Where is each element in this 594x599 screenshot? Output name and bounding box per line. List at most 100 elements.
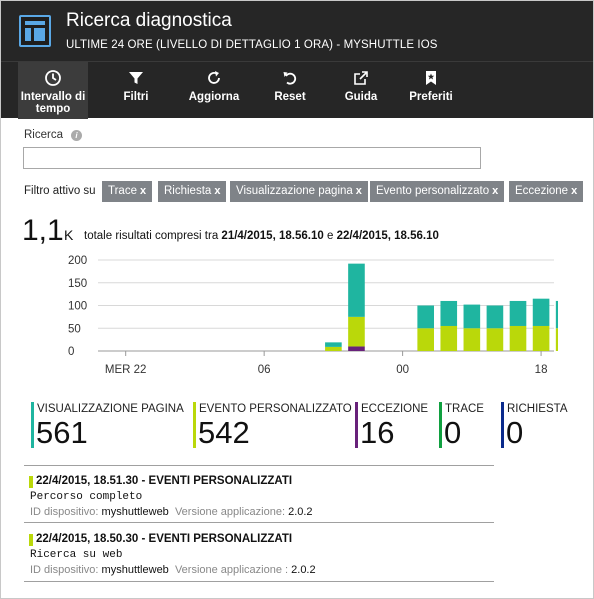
remove-filter-icon[interactable]: x — [140, 185, 146, 197]
remove-filter-icon[interactable]: x — [571, 185, 577, 197]
bar-segment-visualizzazione-pagina — [348, 263, 365, 317]
y-tick-label: 150 — [68, 278, 87, 290]
command-bar: Intervallo di tempo Filtri Aggiorna Rese… — [1, 61, 593, 119]
filter-chip-evento-personalizzato[interactable]: Evento personalizzato x — [370, 181, 505, 202]
bar-segment-visualizzazione-pagina — [325, 342, 342, 347]
stat-value: 0 — [506, 415, 524, 450]
bar-segment-visualizzazione-pagina — [555, 300, 558, 329]
list-divider — [24, 465, 494, 466]
y-tick-label: 100 — [68, 301, 87, 313]
range-end: 22/4/2015, 18.56.10 — [336, 230, 439, 242]
refresh-label: Aggiorna — [188, 91, 240, 103]
search-label: Ricerca — [24, 129, 63, 141]
refresh-button[interactable]: Aggiorna — [183, 62, 245, 119]
filter-chip-label: Richiesta — [164, 185, 212, 197]
time-range-button[interactable]: Intervallo di tempo — [18, 62, 88, 119]
y-tick-label: 50 — [68, 323, 81, 335]
x-tick-label: 06 — [258, 364, 271, 376]
filter-chip-label: Eccezione — [515, 185, 569, 197]
device-id-value: myshuttleweb — [101, 564, 169, 576]
filters-button[interactable]: Filtri — [111, 62, 161, 119]
results-histogram-chart[interactable]: 200 150 100 50 0 MER 22 06 00 18 — [18, 250, 558, 382]
event-type-color-bar — [29, 534, 33, 546]
undo-icon — [267, 69, 313, 87]
caption-prefix: totale risultati compresi tra — [84, 230, 219, 242]
favorites-label: Preferiti — [409, 91, 453, 103]
stat-label: ECCEZIONE — [361, 403, 429, 415]
device-id-value: myshuttleweb — [101, 506, 169, 518]
stat-visualizzazione-pagina[interactable]: VISUALIZZAZIONE PAGINA 561 — [31, 402, 189, 450]
active-filter-label: Filtro attivo su — [24, 185, 96, 197]
help-label: Guida — [344, 91, 378, 103]
reset-button[interactable]: Reset — [267, 62, 313, 119]
stat-value: 561 — [36, 415, 88, 450]
stat-color-bar — [501, 402, 504, 448]
bar-segment-evento-personalizzato — [463, 328, 481, 351]
bar-segment-visualizzazione-pagina — [486, 305, 504, 329]
refresh-icon — [183, 69, 245, 87]
filter-chip-trace[interactable]: Trace x — [102, 181, 153, 202]
device-id-label: ID dispositivo: — [30, 564, 99, 576]
list-divider — [24, 581, 494, 582]
remove-filter-icon[interactable]: x — [492, 185, 498, 197]
stat-label: VISUALIZZAZIONE PAGINA — [37, 403, 184, 415]
app-version-value: 2.0.2 — [288, 506, 313, 518]
y-tick-label: 0 — [68, 346, 74, 358]
x-tick-label: 18 — [535, 364, 548, 376]
bar-segment-evento-personalizzato — [325, 346, 342, 351]
stat-label: TRACE — [445, 403, 484, 415]
filter-chip-richiesta[interactable]: Richiesta x — [158, 181, 227, 202]
stat-richiesta[interactable]: RICHIESTA 0 — [501, 402, 581, 450]
bar-segment-evento-personalizzato — [440, 325, 458, 351]
help-button[interactable]: Guida — [338, 62, 384, 119]
remove-filter-icon[interactable]: x — [356, 185, 362, 197]
stat-value: 16 — [360, 415, 395, 450]
bookmark-star-icon — [405, 69, 457, 87]
stat-label: EVENTO PERSONALIZZATO — [199, 403, 352, 415]
clock-icon — [18, 69, 88, 87]
total-results-value: 1,1 — [22, 214, 64, 247]
bar-segment-visualizzazione-pagina — [440, 300, 458, 326]
bar-segment-evento-personalizzato — [509, 325, 527, 351]
stat-evento-personalizzato[interactable]: EVENTO PERSONALIZZATO 542 — [193, 402, 352, 450]
filter-icon — [111, 69, 161, 87]
filter-chip-visualizzazione-pagina[interactable]: Visualizzazione pagina x — [230, 181, 368, 202]
stat-value: 542 — [198, 415, 250, 450]
bar-segment-evento-personalizzato — [348, 316, 365, 347]
app-version-value: 2.0.2 — [291, 564, 316, 576]
filter-chip-eccezione[interactable]: Eccezione x — [509, 181, 584, 202]
bar-segment-visualizzazione-pagina — [509, 300, 527, 326]
bar-segment-evento-personalizzato — [532, 325, 550, 351]
x-tick-label: MER 22 — [105, 364, 147, 376]
bar-segment-visualizzazione-pagina — [463, 304, 481, 329]
search-input[interactable] — [23, 147, 481, 169]
event-name: Percorso completo — [30, 491, 143, 503]
bar-segment-evento-personalizzato — [417, 328, 434, 351]
x-tick-label: 00 — [396, 364, 409, 376]
stat-eccezione[interactable]: ECCEZIONE 16 — [355, 402, 435, 450]
event-title: 22/4/2015, 18.51.30 - EVENTI PERSONALIZZ… — [36, 475, 293, 487]
bar-segment-visualizzazione-pagina — [532, 298, 550, 326]
app-version-label: Versione applicazione: — [174, 506, 286, 518]
info-icon[interactable]: i — [71, 130, 82, 141]
stat-trace[interactable]: TRACE 0 — [439, 402, 499, 450]
filter-chip-label: Visualizzazione pagina — [236, 185, 353, 197]
list-divider — [24, 522, 494, 523]
range-start: 21/4/2015, 18.56.10 — [221, 230, 324, 242]
stat-color-bar — [31, 402, 34, 448]
remove-filter-icon[interactable]: x — [214, 185, 220, 197]
filter-chip-label: Trace — [108, 185, 137, 197]
filters-label: Filtri — [123, 91, 149, 103]
bar-segment-evento-personalizzato — [486, 328, 504, 351]
search-blade-logo-icon — [19, 15, 51, 47]
stat-color-bar — [439, 402, 442, 448]
caption-connector: e — [326, 230, 334, 242]
favorites-button[interactable]: Preferiti — [405, 62, 457, 119]
total-results-caption: totale risultati compresi tra 21/4/2015,… — [84, 230, 439, 242]
stat-color-bar — [193, 402, 196, 448]
device-id-label: ID dispositivo: — [30, 506, 99, 518]
event-title: 22/4/2015, 18.50.30 - EVENTI PERSONALIZZ… — [36, 533, 293, 545]
bar-segment-eccezione — [348, 346, 365, 351]
event-metadata: ID dispositivo: myshuttleweb Versione ap… — [30, 564, 316, 576]
stat-color-bar — [355, 402, 358, 448]
